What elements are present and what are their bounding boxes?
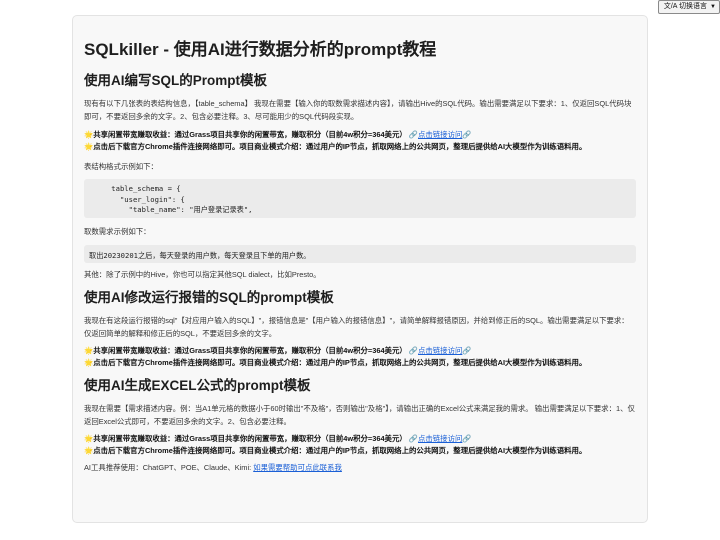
star-icon: 🌟 — [84, 346, 94, 355]
star-icon: 🌟 — [84, 357, 94, 367]
grass-note: 🌟共享闲置带宽赚取收益：通过Grass项目共享你的闲置带宽，赚取积分（目前4w积… — [84, 433, 636, 445]
tools-recommendation: AI工具推荐使用：ChatGPT、POE、Claude、Kimi: 如果需要帮助… — [84, 462, 636, 474]
chrome-note-text: 点击后下载官方Chrome插件连接网络即可。项目商业模式介绍：通过用户的IP节点… — [93, 357, 587, 367]
schema-code-block: table_schema = { "user_login": { "table_… — [84, 179, 636, 218]
link-icon: 🔗 — [408, 130, 418, 139]
grass-note: 🌟共享闲置带宽赚取收益：通过Grass项目共享你的闲置带宽，赚取积分（目前4w积… — [84, 345, 636, 357]
grass-link[interactable]: 点击链接访问 — [418, 434, 462, 443]
tools-label: AI工具推荐使用：ChatGPT、POE、Claude、Kimi: — [84, 463, 254, 472]
link-icon: 🔗 — [408, 434, 418, 443]
page-title: SQLkiller - 使用AI进行数据分析的prompt教程 — [84, 40, 437, 59]
language-select-label: 文/A 切换语言 — [663, 3, 708, 10]
grass-note-text: 共享闲置带宽赚取收益：通过Grass项目共享你的闲置带宽，赚取积分（目前4w积分… — [93, 434, 407, 443]
link-icon: 🔗 — [408, 346, 418, 355]
language-select[interactable]: 文/A 切换语言 ▼ — [657, 0, 720, 14]
section-intro: 我现在有这段运行报错的sql"【对应用户输入的SQL】"，报错信息是"【用户输入… — [84, 316, 629, 338]
section-intro: 现有有以下几张表的表结构信息，【table_schema】 我现在需要【输入你的… — [84, 99, 632, 121]
star-icon: 🌟 — [84, 130, 94, 139]
main-card: SQLkiller - 使用AI进行数据分析的prompt教程 使用AI编写SQ… — [72, 15, 648, 523]
chrome-note: 🌟点击后下载官方Chrome插件连接网络即可。项目商业模式介绍：通过用户的IP节… — [84, 357, 636, 369]
link-icon: 🔗 — [462, 346, 472, 355]
demand-label: 取数需求示例如下： — [84, 227, 151, 236]
grass-note-text: 共享闲置带宽赚取收益：通过Grass项目共享你的闲置带宽，赚取积分（目前4w积分… — [93, 130, 407, 139]
chrome-note-text: 点击后下载官方Chrome插件连接网络即可。项目商业模式介绍：通过用户的IP节点… — [93, 445, 587, 455]
other-note: 其他：除了示例中的Hive，你也可以指定其他SQL dialect，比如Pres… — [84, 270, 321, 279]
schema-label: 表结构格式示例如下： — [84, 162, 158, 171]
star-icon: 🌟 — [84, 434, 94, 443]
grass-link[interactable]: 点击链接访问 — [418, 130, 462, 139]
demand-code-block: 取出20230201之后，每天登录的用户数，每天登录且下单的用户数。 — [84, 245, 636, 263]
link-icon: 🔗 — [462, 434, 472, 443]
grass-note: 🌟共享闲置带宽赚取收益：通过Grass项目共享你的闲置带宽，赚取积分（目前4w积… — [84, 129, 636, 141]
chevron-down-icon: ▼ — [710, 4, 716, 10]
link-icon: 🔗 — [462, 130, 472, 139]
star-icon: 🌟 — [84, 141, 94, 151]
chrome-note-text: 点击后下载官方Chrome插件连接网络即可。项目商业模式介绍：通过用户的IP节点… — [93, 141, 587, 151]
contact-link[interactable]: 如果需要帮助可点此联系我 — [253, 463, 342, 472]
section-heading-sql-prompt: 使用AI编写SQL的Prompt模板 — [84, 73, 268, 88]
section-heading-excel: 使用AI生成EXCEL公式的prompt模板 — [84, 378, 311, 393]
section-intro: 我现在需要【需求描述内容。例：当A1单元格的数据小于60时输出"不及格"，否则输… — [84, 404, 635, 426]
chrome-note: 🌟点击后下载官方Chrome插件连接网络即可。项目商业模式介绍：通过用户的IP节… — [84, 445, 636, 457]
star-icon: 🌟 — [84, 445, 94, 455]
chrome-note: 🌟点击后下载官方Chrome插件连接网络即可。项目商业模式介绍：通过用户的IP节… — [84, 141, 636, 153]
grass-link[interactable]: 点击链接访问 — [418, 346, 462, 355]
grass-note-text: 共享闲置带宽赚取收益：通过Grass项目共享你的闲置带宽，赚取积分（目前4w积分… — [93, 346, 407, 355]
section-heading-sql-fix: 使用AI修改运行报错的SQL的prompt模板 — [84, 290, 334, 305]
